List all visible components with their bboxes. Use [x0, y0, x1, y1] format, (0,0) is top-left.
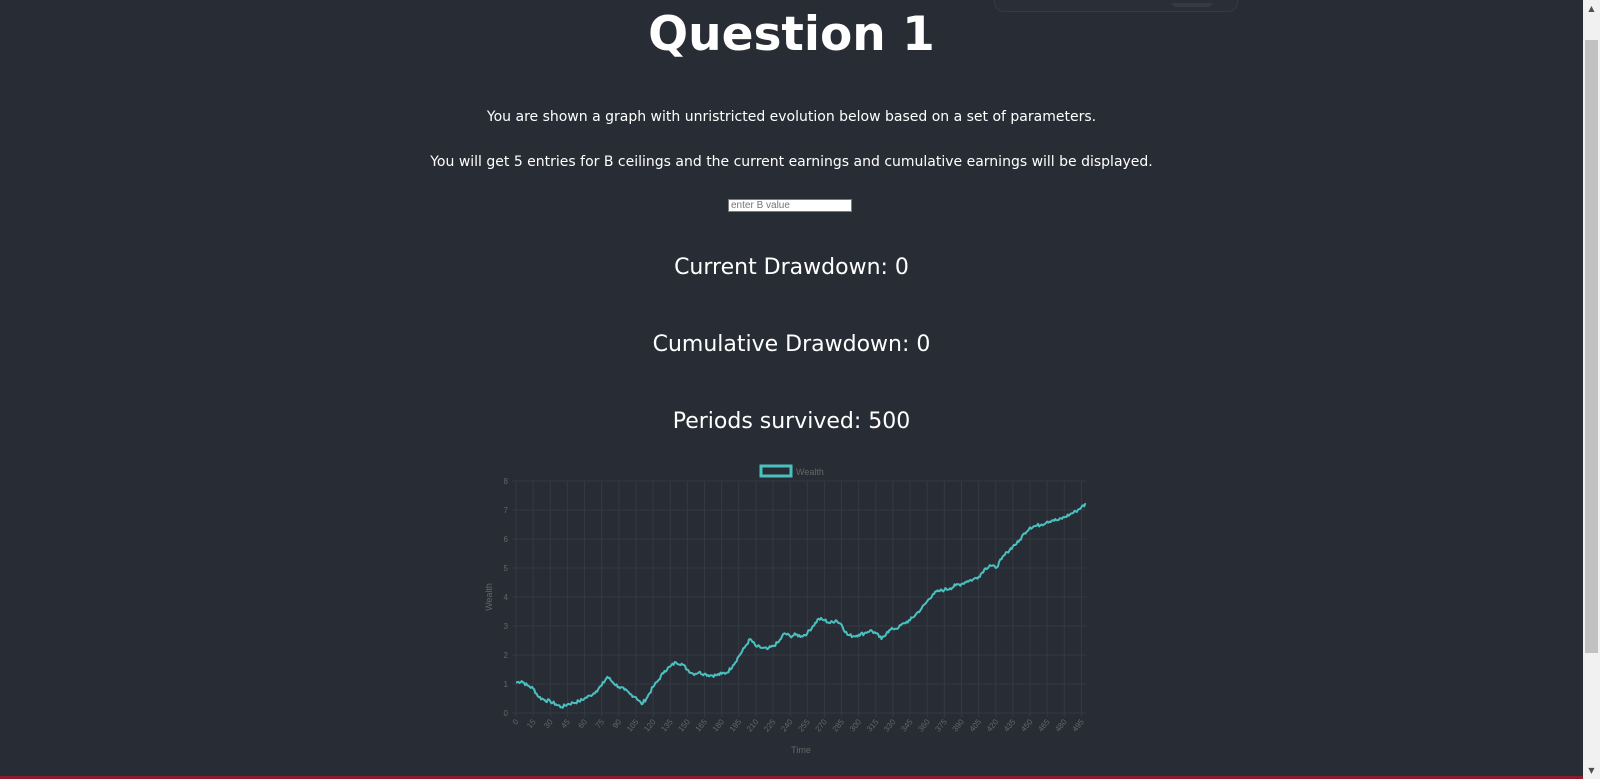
x-axis-title: Time: [791, 745, 811, 755]
page-title: Question 1: [648, 7, 935, 62]
legend-swatch: [759, 464, 793, 478]
scrollbar-thumb[interactable]: [1585, 40, 1598, 653]
y-tick-label: 4: [504, 593, 509, 602]
y-tick-label: 8: [504, 477, 509, 486]
current-drawdown: Current Drawdown: 0: [674, 255, 909, 280]
x-tick-label: 285: [831, 717, 847, 733]
y-tick-label: 3: [504, 622, 509, 631]
y-tick-label: 1: [504, 680, 509, 689]
x-tick-label: 300: [848, 717, 864, 733]
x-tick-label: 390: [951, 717, 967, 733]
vertical-scrollbar[interactable]: ▲ ▼: [1583, 0, 1600, 779]
intro-text: You are shown a graph with unristricted …: [486, 109, 1097, 125]
y-tick-label: 0: [504, 709, 509, 718]
y-tick-label: 2: [504, 651, 509, 660]
y-tick-label: 7: [504, 506, 509, 515]
x-tick-label: 135: [659, 717, 675, 733]
x-tick-label: 45: [559, 717, 572, 730]
x-tick-label: 105: [625, 717, 641, 733]
x-tick-label: 255: [796, 717, 812, 733]
instructions-text: You will get 5 entries for B ceilings an…: [430, 154, 1153, 170]
x-tick-label: 495: [1070, 717, 1086, 733]
scroll-up-arrow-icon[interactable]: ▲: [1583, 0, 1600, 17]
x-tick-label: 30: [542, 717, 555, 730]
x-tick-label: 420: [985, 717, 1001, 733]
x-tick-label: 150: [676, 717, 692, 733]
x-tick-label: 120: [642, 717, 658, 733]
x-tick-label: 165: [694, 717, 710, 733]
x-tick-label: 465: [1036, 717, 1052, 733]
x-tick-label: 315: [865, 717, 881, 733]
x-tick-label: 450: [1019, 717, 1035, 733]
x-tick-label: 345: [899, 717, 915, 733]
periods-survived: Periods survived: 500: [672, 409, 911, 434]
cumulative-drawdown: Cumulative Drawdown: 0: [652, 332, 931, 357]
x-tick-label: 225: [762, 717, 778, 733]
x-tick-label: 75: [594, 717, 607, 730]
x-tick-label: 480: [1053, 717, 1069, 733]
page: Question 1 You are shown a graph with un…: [0, 0, 1583, 779]
x-tick-label: 210: [745, 717, 761, 733]
x-tick-label: 375: [933, 717, 949, 733]
x-tick-label: 240: [779, 717, 795, 733]
x-tick-label: 180: [711, 717, 727, 733]
y-axis-title: Wealth: [484, 583, 494, 611]
b-value-input[interactable]: [728, 199, 852, 212]
x-tick-label: 360: [916, 717, 932, 733]
x-tick-label: 435: [1002, 717, 1018, 733]
x-tick-label: 60: [576, 717, 589, 730]
x-tick-label: 90: [611, 717, 624, 730]
x-tick-label: 270: [813, 717, 829, 733]
legend-label: Wealth: [796, 467, 824, 477]
x-tick-label: 15: [525, 717, 538, 730]
x-tick-label: 195: [728, 717, 744, 733]
scroll-down-arrow-icon[interactable]: ▼: [1583, 762, 1600, 779]
x-tick-label: 405: [968, 717, 984, 733]
x-tick-label: 330: [882, 717, 898, 733]
wealth-line-chart: 0 15 30 45 60 75 90 105 120 135 150 165 180 195 210 225…: [484, 464, 1086, 755]
y-tick-label: 6: [504, 535, 509, 544]
y-tick-label: 5: [504, 564, 509, 573]
x-tick-label: 0: [511, 717, 521, 727]
